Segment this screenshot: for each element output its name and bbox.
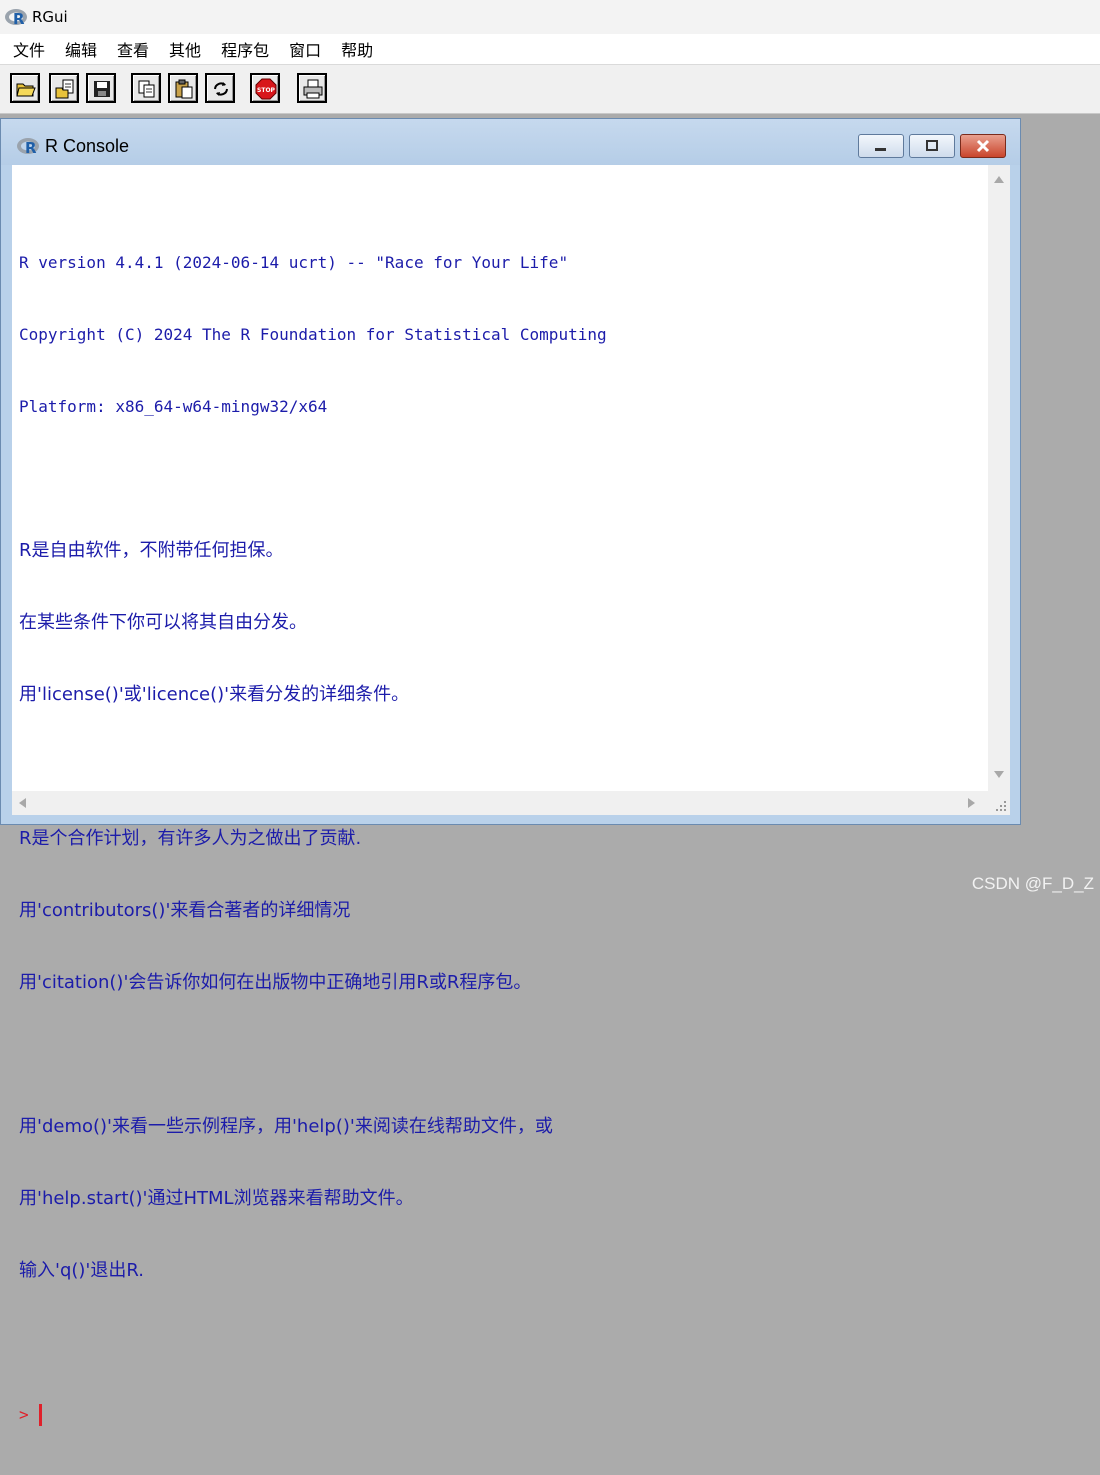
console-line: R version 4.4.1 (2024-06-14 ucrt) -- "Ra… xyxy=(19,253,569,272)
app-title-bar: R RGui xyxy=(0,0,1100,34)
paste-icon xyxy=(175,79,193,99)
vertical-scrollbar[interactable] xyxy=(988,165,1010,791)
close-button[interactable] xyxy=(960,134,1006,158)
console-line: 在某些条件下你可以将其自由分发。 xyxy=(19,612,307,633)
svg-text:STOP: STOP xyxy=(257,87,276,94)
menu-help[interactable]: 帮助 xyxy=(338,35,376,63)
load-workspace-icon xyxy=(55,79,74,99)
toolbar: STOP xyxy=(0,65,1100,114)
open-script-button[interactable] xyxy=(10,73,40,103)
menu-packages[interactable]: 程序包 xyxy=(218,35,272,63)
console-line: Platform: x86_64-w64-mingw32/x64 xyxy=(19,397,328,416)
console-title: R Console xyxy=(45,136,130,156)
refresh-icon xyxy=(214,82,228,96)
watermark: CSDN @F_D_Z xyxy=(971,874,1094,893)
app-title: RGui xyxy=(32,8,68,26)
open-script-icon xyxy=(16,83,36,97)
r-console-window: R R Console R version 4.4.1 (2024-06-14 … xyxy=(0,118,1021,1426)
svg-text:R: R xyxy=(25,139,37,157)
svg-text:R: R xyxy=(13,10,25,28)
maximize-icon xyxy=(926,140,938,151)
minimize-button[interactable] xyxy=(858,134,904,158)
console-line: 用'citation()'会告诉你如何在出版物中正确地引用R或R程序包。 xyxy=(19,972,532,993)
refresh-button[interactable] xyxy=(205,73,235,103)
text-cursor xyxy=(38,1404,42,1426)
prompt-symbol: > xyxy=(19,1405,29,1424)
console-input-line[interactable]: > xyxy=(19,1403,980,1427)
resize-grip[interactable] xyxy=(988,791,1010,815)
stop-button[interactable]: STOP xyxy=(250,73,280,103)
console-line: Copyright (C) 2024 The R Foundation for … xyxy=(19,325,607,344)
print-button[interactable] xyxy=(297,73,327,103)
minimize-icon xyxy=(875,148,886,151)
stop-icon: STOP xyxy=(255,78,277,100)
close-icon xyxy=(976,139,990,153)
console-line: 输入'q()'退出R. xyxy=(19,1260,144,1281)
paste-button[interactable] xyxy=(168,73,198,103)
load-workspace-button[interactable] xyxy=(49,73,79,103)
console-line: R是自由软件，不附带任何担保。 xyxy=(19,540,284,561)
console-output: R version 4.4.1 (2024-06-14 ucrt) -- "Ra… xyxy=(19,203,980,1475)
menu-edit[interactable]: 编辑 xyxy=(62,35,100,63)
console-line: 用'license()'或'licence()'来看分发的详细条件。 xyxy=(19,684,410,705)
resize-grip-icon xyxy=(996,801,1006,811)
menu-bar: 文件 编辑 查看 其他 程序包 窗口 帮助 xyxy=(0,34,1100,64)
maximize-button[interactable] xyxy=(909,134,955,158)
scroll-right-icon[interactable] xyxy=(968,798,975,808)
menu-windows[interactable]: 窗口 xyxy=(286,35,324,63)
r-console-icon: R xyxy=(15,135,43,157)
copy-icon xyxy=(138,80,155,98)
scroll-down-icon[interactable] xyxy=(994,771,1004,778)
r-logo-icon: R xyxy=(4,6,30,28)
save-workspace-button[interactable] xyxy=(86,73,116,103)
console-line: 用'help.start()'通过HTML浏览器来看帮助文件。 xyxy=(19,1188,414,1209)
print-icon xyxy=(303,79,323,99)
console-line: R是个合作计划，有许多人为之做出了贡献. xyxy=(19,828,362,849)
menu-misc[interactable]: 其他 xyxy=(166,35,204,63)
menu-file[interactable]: 文件 xyxy=(10,35,48,63)
save-workspace-icon xyxy=(94,81,110,97)
scroll-left-icon[interactable] xyxy=(19,798,26,808)
copy-button[interactable] xyxy=(131,73,161,103)
console-output-area[interactable]: R version 4.4.1 (2024-06-14 ucrt) -- "Ra… xyxy=(12,165,1010,1426)
horizontal-scrollbar[interactable] xyxy=(12,791,988,815)
console-line: 用'contributors()'来看合著者的详细情况 xyxy=(19,900,351,921)
console-line: 用'demo()'来看一些示例程序，用'help()'来阅读在线帮助文件，或 xyxy=(19,1116,553,1137)
scroll-up-icon[interactable] xyxy=(994,176,1004,183)
console-title-bar[interactable]: R R Console xyxy=(1,119,1020,165)
menu-view[interactable]: 查看 xyxy=(114,35,152,63)
